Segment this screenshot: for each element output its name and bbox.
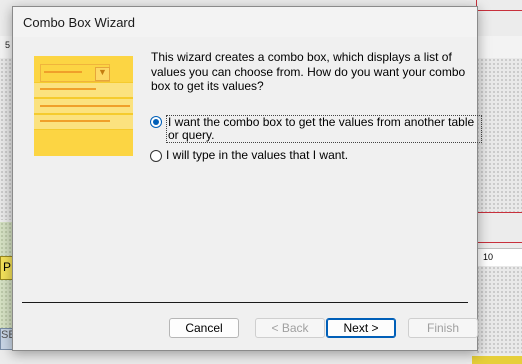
window-title: Combo Box Wizard [23, 15, 135, 30]
illustration-line [40, 120, 110, 122]
option-from-table-label[interactable]: I want the combo box to get the values f… [166, 115, 482, 143]
finish-button[interactable]: Finish [408, 318, 478, 338]
design-grid [0, 58, 12, 220]
ruler-number: 5 [5, 40, 11, 50]
section-border [476, 242, 522, 243]
radio-type-values[interactable] [150, 150, 162, 162]
cancel-button[interactable]: Cancel [169, 318, 239, 338]
section-band [472, 356, 522, 364]
radio-from-table[interactable] [150, 116, 162, 128]
next-button[interactable]: Next > [326, 318, 396, 338]
design-grid [476, 58, 522, 212]
title-bar[interactable]: Combo Box Wizard [13, 7, 477, 37]
button-separator [22, 302, 468, 303]
wizard-illustration: ▼ [34, 56, 133, 156]
combo-box-wizard-dialog: Combo Box Wizard ▼ This wizard creates a… [12, 6, 482, 351]
illustration-list-row [34, 82, 133, 98]
design-grid [476, 266, 522, 354]
section-border [476, 212, 522, 213]
section-header-label: P [3, 260, 12, 274]
illustration-line [40, 88, 96, 90]
horizontal-ruler-lower: 10 [476, 248, 522, 268]
illustration-dropdown-icon: ▼ [95, 67, 110, 81]
ruler-number: 10 [483, 252, 494, 262]
back-button[interactable]: < Back [255, 318, 325, 338]
illustration-line [40, 105, 130, 107]
wizard-intro-text: This wizard creates a combo box, which d… [151, 50, 466, 93]
illustration-line [44, 71, 82, 73]
illustration-list-row [34, 114, 133, 130]
option-type-values-label[interactable]: I will type in the values that I want. [166, 149, 478, 162]
